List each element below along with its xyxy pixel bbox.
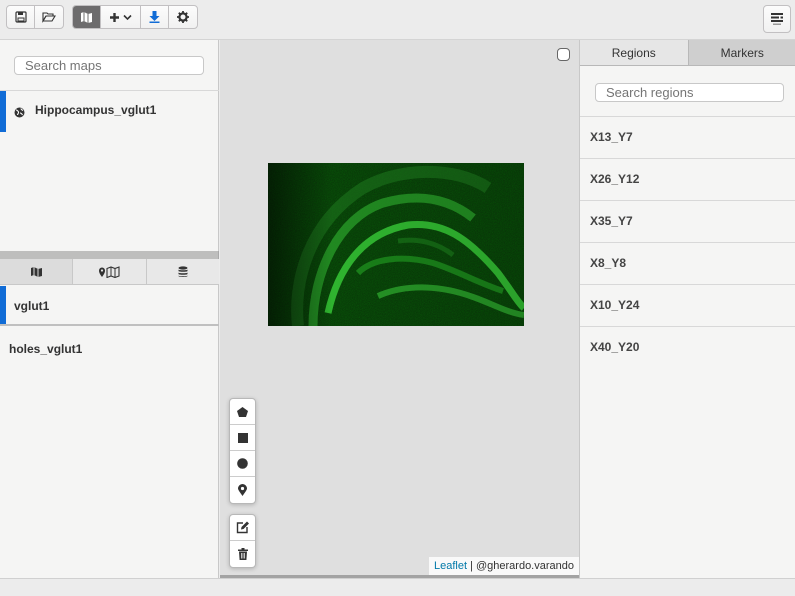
left-sidebar: Hippocampus_vglut1 vglut1 holes_vglut1 xyxy=(0,40,219,578)
region-item[interactable]: X10_Y24 xyxy=(580,284,795,326)
layer-list-item[interactable]: holes_vglut1 xyxy=(9,342,82,356)
region-item[interactable]: X40_Y20 xyxy=(580,326,795,368)
marker-icon xyxy=(238,484,247,496)
plus-icon xyxy=(110,12,119,22)
tab-layers-markers[interactable] xyxy=(73,259,147,284)
region-list: X13_Y7 X26_Y12 X35_Y7 X8_Y8 X10_Y24 X40_… xyxy=(580,116,795,368)
selection-indicator xyxy=(0,91,6,132)
open-button[interactable] xyxy=(35,6,63,28)
hippocampus-image-layer[interactable] xyxy=(268,163,524,326)
toggle-layout-button[interactable] xyxy=(763,5,791,33)
tab-layers-map[interactable] xyxy=(0,259,74,284)
trash-icon xyxy=(237,548,248,560)
layer-list-item[interactable]: vglut1 xyxy=(0,286,219,326)
map-attribution: Leaflet | @gherardo.varando xyxy=(428,557,579,575)
file-button-group xyxy=(6,5,64,29)
database-icon xyxy=(178,265,188,277)
polygon-icon xyxy=(237,406,248,417)
sidebar-resize-handle[interactable] xyxy=(0,251,219,259)
save-icon xyxy=(14,11,27,23)
draw-circle-button[interactable] xyxy=(230,451,255,477)
save-button[interactable] xyxy=(7,6,35,28)
search-regions-input[interactable] xyxy=(595,83,784,102)
map-icon xyxy=(30,267,42,277)
top-toolbar xyxy=(0,0,795,40)
region-item[interactable]: X8_Y8 xyxy=(580,242,795,284)
right-panel-tabs: Regions Markers xyxy=(580,40,795,66)
download-icon xyxy=(149,11,160,23)
rectangle-icon xyxy=(237,432,248,443)
add-button[interactable] xyxy=(101,6,141,28)
draw-marker-button[interactable] xyxy=(230,477,255,503)
globe-icon xyxy=(14,107,25,118)
layer-tabs xyxy=(0,259,219,285)
search-maps-input[interactable] xyxy=(14,56,204,75)
maps-view-button[interactable] xyxy=(73,6,101,28)
tools-button-group xyxy=(72,5,198,29)
draw-rectangle-button[interactable] xyxy=(230,425,255,451)
map-item-label: Hippocampus_vglut1 xyxy=(35,103,157,117)
edit-icon xyxy=(236,521,249,534)
leaflet-link[interactable]: Leaflet xyxy=(434,560,467,572)
map-icon xyxy=(81,12,92,23)
circle-icon xyxy=(237,458,248,469)
edit-layers-button[interactable] xyxy=(230,515,255,541)
map-marker-icon xyxy=(99,265,121,278)
edit-toolbar xyxy=(229,514,256,568)
region-item[interactable]: X26_Y12 xyxy=(580,158,795,200)
tab-markers[interactable]: Markers xyxy=(688,40,795,66)
right-panel: Regions Markers X13_Y7 X26_Y12 X35_Y7 X8… xyxy=(579,40,795,578)
gear-icon xyxy=(177,11,189,23)
chevron-down-icon xyxy=(123,14,132,20)
status-bar xyxy=(0,578,795,596)
region-item[interactable]: X35_Y7 xyxy=(580,200,795,242)
download-button[interactable] xyxy=(141,6,169,28)
draw-polygon-button[interactable] xyxy=(230,399,255,425)
selection-indicator xyxy=(0,286,6,324)
tab-regions[interactable]: Regions xyxy=(580,40,689,66)
tab-layers-data[interactable] xyxy=(146,259,219,284)
attribution-text: | @gherardo.varando xyxy=(467,560,574,572)
delete-layers-button[interactable] xyxy=(230,541,255,567)
layer-toggle-checkbox[interactable] xyxy=(557,48,570,61)
map-canvas[interactable]: Leaflet | @gherardo.varando xyxy=(220,40,579,578)
settings-button[interactable] xyxy=(169,6,197,28)
sidebar-layout-icon xyxy=(771,13,783,25)
microscopy-image xyxy=(268,163,524,326)
region-item[interactable]: X13_Y7 xyxy=(580,116,795,158)
layer-item-label: holes_vglut1 xyxy=(9,342,83,356)
folder-open-icon xyxy=(42,12,56,23)
map-list-item[interactable]: Hippocampus_vglut1 xyxy=(0,91,219,132)
layer-item-label: vglut1 xyxy=(14,299,50,313)
draw-toolbar xyxy=(229,398,256,504)
